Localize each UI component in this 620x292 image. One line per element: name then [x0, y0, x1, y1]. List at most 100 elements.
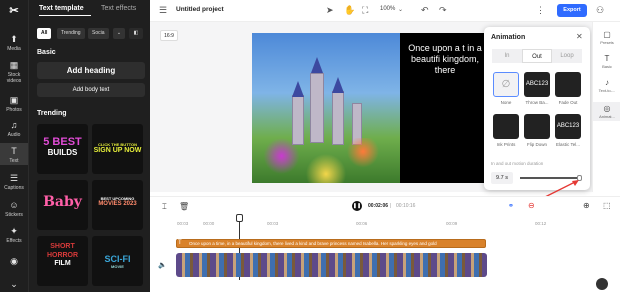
rail-item-stickers[interactable]: ☺ Stickers [0, 200, 28, 218]
caption-text[interactable]: Once upon a t in a beautifi kingdom, the… [405, 43, 484, 76]
template-tile[interactable]: Baby [37, 180, 88, 230]
rail-item-stock-videos[interactable]: ▦ Stock videos [0, 60, 28, 84]
tab-in[interactable]: In [492, 49, 522, 63]
top-bar: ☰ Untitled project ➤ ✋ ⛶ 100% ⌄ ↶ ↷ ⋮ Ex… [150, 0, 620, 22]
rail-item-basic[interactable]: T Basic [593, 54, 620, 69]
tile-text: SIGN UP NOW [93, 147, 142, 154]
fit-timeline-icon[interactable]: ⬚ [603, 201, 611, 210]
tile-text: FILM [54, 260, 71, 267]
left-nav-rail: ✂ ⬆ Media ▦ Stock videos ▣ Photos ♫ Audio TT… [0, 0, 28, 292]
fit-screen-icon[interactable]: ⛶ [362, 5, 368, 16]
template-tile[interactable]: SHORT HORROR FILM [37, 236, 88, 286]
add-body-text-button[interactable]: Add body text [37, 83, 145, 97]
text-to-speech-icon: ♪ [605, 78, 609, 87]
anim-option-none[interactable]: ∅ [493, 72, 519, 97]
rail-item-media[interactable]: ⬆ Media [0, 34, 28, 52]
aspect-ratio-button[interactable]: 16:9 [160, 30, 178, 41]
undo-icon[interactable]: ↶ [421, 5, 429, 16]
castle-roof [292, 81, 304, 97]
video-preview[interactable]: Once upon a t in a beautifi kingdom, the… [252, 33, 484, 183]
template-tile[interactable]: CLICK THE BUTTON SIGN UP NOW [92, 124, 143, 174]
chevron-down-icon: ⌄ [10, 279, 18, 289]
stickers-icon: ☺ [9, 200, 19, 210]
effects-icon: ✦ [10, 226, 18, 236]
anim-option-label: Flip Down [526, 142, 547, 147]
chip-trending[interactable]: Trending [57, 28, 85, 39]
link-icon[interactable]: ⚭ [508, 202, 514, 210]
rail-item-text-to-speech[interactable]: ♪ Text-to-... [593, 78, 620, 93]
rail-item-text[interactable]: T Text [0, 143, 28, 165]
chip-all[interactable]: All [37, 28, 52, 39]
template-tile[interactable]: 5 BEST BUILDS [37, 124, 88, 174]
active-tab-underline [39, 15, 91, 16]
text-panel: Text template Text effects All Trending … [28, 0, 150, 292]
animation-icon: ◎ [603, 104, 611, 113]
rail-item-captions[interactable]: ☰ Captions [0, 173, 28, 191]
chevron-down-icon[interactable]: ⌄ [113, 28, 125, 39]
close-icon[interactable]: ✕ [576, 32, 583, 41]
timeline-toolbar: ⌶ 🗑 ❚❚ 00:02:06 | 00:10:16 ⚭ ⊖ ⊕ ⬚ [150, 196, 620, 214]
duration-value[interactable]: 9.7 s [491, 172, 513, 184]
delete-icon[interactable]: 🗑 [179, 202, 189, 211]
split-icon[interactable]: ⌶ [162, 202, 167, 212]
tab-loop[interactable]: Loop [552, 49, 582, 63]
rail-item-expand[interactable]: ⌄ [0, 279, 28, 291]
stock-videos-icon: ▦ [9, 60, 19, 70]
chip-social[interactable]: Socia [88, 28, 109, 39]
rail-item-effects[interactable]: ✦ Effects [0, 226, 28, 244]
tab-out[interactable]: Out [522, 49, 552, 63]
tile-text: 5 BEST [43, 136, 82, 148]
rail-item-audio[interactable]: ♫ Audio [0, 120, 28, 138]
timeline-tick: 00:06 [356, 221, 368, 226]
select-pointer-icon[interactable]: ➤ [326, 5, 334, 16]
zoom-in-icon[interactable]: ⊕ [583, 201, 590, 210]
anim-option-label: Ink Prints [496, 142, 516, 147]
template-tile[interactable]: BEST UPCOMING MOVIES 2023 [92, 180, 143, 230]
rail-label: Captions [4, 185, 24, 191]
anim-option-throw-back[interactable]: ABC123 [524, 72, 550, 97]
anim-option-ink-prints[interactable] [493, 114, 519, 139]
presets-icon: ▢ [603, 30, 611, 39]
play-button[interactable]: ❚❚ [352, 201, 362, 211]
template-tile[interactable]: SCI-FI MOVIE [92, 236, 143, 286]
hand-tool-icon[interactable]: ✋ [344, 5, 355, 16]
zoom-out-icon[interactable]: ⊖ [528, 201, 535, 210]
rail-item-more[interactable]: ◉ [0, 256, 28, 268]
basic-icon: T [604, 54, 610, 63]
more-options-icon[interactable]: ⋮ [536, 5, 545, 16]
menu-icon[interactable]: ☰ [159, 5, 167, 16]
playhead-handle[interactable] [236, 214, 243, 222]
anim-option-fade-out[interactable] [555, 72, 581, 97]
collapse-panel-icon[interactable]: ◧ [129, 28, 143, 39]
text-track-clip[interactable]: Once upon a time, in a beautiful kingdom… [176, 239, 486, 248]
total-time: 00:10:16 [396, 203, 416, 209]
redo-icon[interactable]: ↷ [439, 5, 447, 16]
project-title[interactable]: Untitled project [176, 6, 224, 13]
share-icon[interactable]: ⚇ [596, 5, 604, 16]
current-time: 00:02:06 [368, 203, 389, 209]
photos-icon: ▣ [9, 95, 19, 105]
tile-text: MOVIES 2023 [98, 201, 137, 207]
export-button[interactable]: Export [557, 4, 587, 17]
tile-text: MOVIE [111, 264, 124, 269]
tile-text: Baby [43, 194, 82, 210]
anim-option-flip-down[interactable] [524, 114, 550, 139]
timeline-tick-label: 00:00 [203, 221, 215, 226]
add-heading-button[interactable]: Add heading [37, 62, 145, 79]
rail-label: Audio [7, 132, 21, 138]
chevron-down-icon[interactable]: ⌄ [398, 6, 403, 13]
video-track-clip[interactable] [176, 253, 487, 277]
tab-text-effects[interactable]: Text effects [101, 5, 136, 12]
tab-text-template[interactable]: Text template [39, 5, 84, 12]
castle-roof [332, 77, 344, 93]
castle-tower [310, 73, 324, 143]
timeline-tick: 00:09 [446, 221, 458, 226]
rail-item-animation[interactable]: ◎ Animat... [593, 102, 620, 121]
anim-option-label: Throw Ba... [525, 100, 549, 105]
audio-icon: ♫ [10, 120, 18, 130]
anim-option-elastic-telescope[interactable]: ABC123 [555, 114, 581, 139]
rail-item-photos[interactable]: ▣ Photos [0, 95, 28, 113]
zoom-level[interactable]: 100% [380, 6, 395, 12]
mute-track-icon[interactable]: 🔈 [158, 261, 167, 269]
rail-item-presets[interactable]: ▢ Presets [593, 30, 620, 45]
